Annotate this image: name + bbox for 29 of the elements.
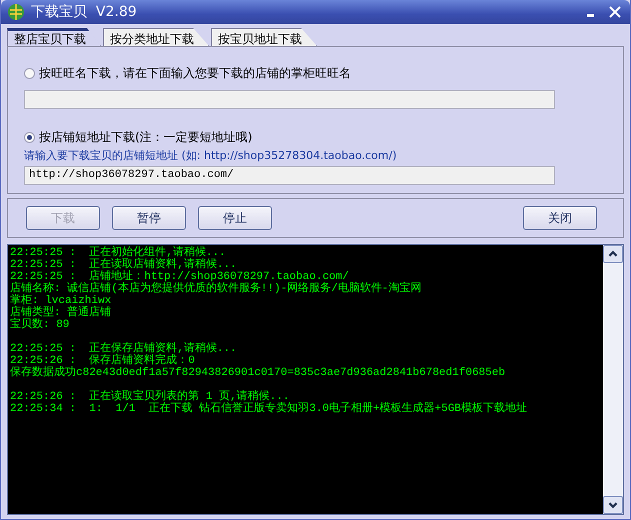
log-line: 22:25:25 : 正在初始化组件,请稍候... <box>10 247 227 259</box>
log-line: 22:25:26 : 正在读取宝贝列表的第 1 页,请稍候... <box>10 391 290 403</box>
input-field[interactable]: http://shop36078297.taobao.com/ <box>24 166 555 185</box>
log-line: 保存数据成功c82e43d0edf1a57f82943826901c0170=835c3ae7d936ad2841b678ed1f0685eb <box>10 367 506 379</box>
tab[interactable]: 按宝贝地址下载 <box>211 28 317 46</box>
action-button[interactable]: 暂停 <box>112 206 186 230</box>
radio-button[interactable] <box>24 132 35 143</box>
log-line: 22:25:25 : 店铺地址：http://shop36078297.taobao.com/ <box>10 271 349 283</box>
action-button[interactable]: 关闭 <box>523 206 597 230</box>
log-line: 22:25:26 : 保存店铺资料完成：0 <box>10 355 196 367</box>
scroll-down-icon[interactable] <box>603 496 623 514</box>
log-line: 店铺名称: 诚信店铺(本店为您提供优质的软件服务!!)-网络服务/电脑软件-淘宝网 <box>10 283 422 295</box>
globe-icon <box>7 3 25 21</box>
log-line: 22:25:34 : 1: 1/1 正在下载 钻石信誉正版专卖知羽3.0电子相册+模板生成器+5GB模板下载地址 <box>10 403 528 415</box>
log-line: 22:25:25 : 正在保存店铺资料,请稍候... <box>10 343 238 355</box>
action-button[interactable]: 停止 <box>198 206 272 230</box>
scroll-up-icon[interactable] <box>603 245 623 263</box>
radio-button[interactable] <box>24 68 35 79</box>
hint-text: 请输入要下载宝贝的店铺短地址 (如: http://shop35278304.taobao.com/) <box>24 148 398 163</box>
radio-label[interactable]: 按店铺短地址下载(注：一定要短地址哦) <box>39 129 252 146</box>
log-line: 掌柜: lvcaizhiwx <box>10 295 112 307</box>
tab[interactable]: 整店宝贝下载 <box>7 28 101 46</box>
log-line: 22:25:25 : 正在读取店铺资料,请稍候... <box>10 259 238 271</box>
window-title: 下载宝贝 V2.89 <box>31 3 138 21</box>
tab[interactable]: 按分类地址下载 <box>103 28 209 46</box>
radio-label[interactable]: 按旺旺名下载，请在下面输入您要下载的店铺的掌柜旺旺名 <box>39 65 351 82</box>
log-line: 宝贝数: 89 <box>10 319 70 331</box>
log-line: 店铺类型: 普通店铺 <box>10 307 112 319</box>
input-field[interactable] <box>24 90 555 109</box>
